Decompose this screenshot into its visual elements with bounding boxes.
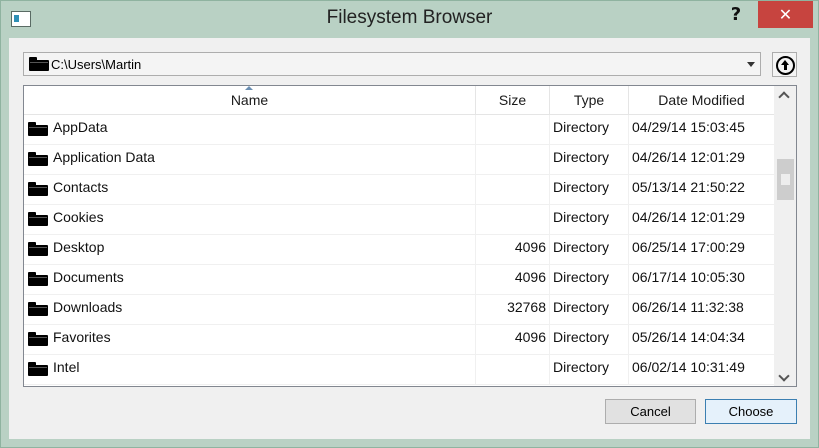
column-header-size[interactable]: Size bbox=[476, 86, 550, 114]
cell-type: Directory bbox=[550, 145, 629, 175]
table-row[interactable]: Desktop 4096 Directory 06/25/14 17:00:29 bbox=[24, 235, 774, 265]
cell-name: Intel bbox=[24, 355, 476, 385]
folder-icon bbox=[28, 122, 48, 136]
file-name: Favorites bbox=[53, 329, 111, 345]
table-body: AppData Directory 04/29/14 15:03:45 Appl… bbox=[24, 115, 774, 385]
cell-size bbox=[476, 115, 550, 145]
folder-icon bbox=[28, 182, 48, 196]
cell-size bbox=[476, 205, 550, 235]
cell-date-modified: 06/26/14 11:32:38 bbox=[632, 299, 744, 315]
cell-size bbox=[476, 145, 550, 175]
cell-name: Favorites bbox=[24, 325, 476, 355]
file-name: AppData bbox=[53, 119, 108, 135]
folder-icon bbox=[28, 362, 48, 376]
cell-type: Directory bbox=[550, 325, 629, 355]
cell-name: Documents bbox=[24, 265, 476, 295]
vertical-scrollbar[interactable] bbox=[774, 86, 796, 386]
sort-ascending-icon bbox=[244, 86, 253, 90]
table-header: Name Size Type Date Modified bbox=[24, 86, 774, 115]
close-button[interactable]: ✕ bbox=[758, 1, 813, 28]
file-name: Intel bbox=[53, 359, 80, 375]
table-row[interactable]: Intel Directory 06/02/14 10:31:49 bbox=[24, 355, 774, 385]
scroll-up-icon[interactable] bbox=[774, 86, 796, 103]
folder-icon bbox=[28, 332, 48, 346]
help-button[interactable]: ? bbox=[725, 3, 747, 27]
file-name: Downloads bbox=[53, 299, 123, 315]
table-row[interactable]: Favorites 4096 Directory 05/26/14 14:04:… bbox=[24, 325, 774, 355]
table-row[interactable]: Downloads 32768 Directory 06/26/14 11:32… bbox=[24, 295, 774, 325]
cell-size: 4096 bbox=[476, 265, 550, 295]
path-value: C:\Users\Martin bbox=[51, 57, 142, 72]
scroll-down-icon[interactable] bbox=[774, 369, 796, 386]
title-bar[interactable]: Filesystem Browser ? ✕ bbox=[1, 1, 818, 38]
scroll-thumb[interactable] bbox=[777, 159, 794, 200]
table-row[interactable]: Cookies Directory 04/26/14 12:01:29 bbox=[24, 205, 774, 235]
cell-name: AppData bbox=[24, 115, 476, 145]
cell-size: 4096 bbox=[476, 235, 550, 265]
table-row[interactable]: Contacts Directory 05/13/14 21:50:22 bbox=[24, 175, 774, 205]
cell-name: Application Data bbox=[24, 145, 476, 175]
cell-date-modified: 06/17/14 10:05:30 bbox=[632, 269, 745, 285]
file-name: Desktop bbox=[53, 239, 105, 255]
file-name: Documents bbox=[53, 269, 124, 285]
column-header-date-modified[interactable]: Date Modified bbox=[629, 86, 774, 114]
folder-icon bbox=[28, 152, 48, 166]
cell-size bbox=[476, 175, 550, 205]
folder-icon bbox=[28, 242, 48, 256]
cell-type: Directory bbox=[550, 205, 629, 235]
cell-name: Desktop bbox=[24, 235, 476, 265]
filesystem-browser-window: Filesystem Browser ? ✕ C:\Users\Martin N… bbox=[0, 0, 819, 448]
cell-date-modified: 06/02/14 10:31:49 bbox=[632, 359, 745, 375]
file-name: Application Data bbox=[53, 149, 155, 165]
column-header-type[interactable]: Type bbox=[550, 86, 629, 114]
path-combobox[interactable]: C:\Users\Martin bbox=[23, 52, 761, 76]
cell-date-modified: 06/25/14 17:00:29 bbox=[632, 239, 745, 255]
cell-date-modified: 04/26/14 12:01:29 bbox=[632, 149, 745, 165]
column-header-label: Name bbox=[230, 92, 269, 108]
cell-name: Downloads bbox=[24, 295, 476, 325]
cancel-button[interactable]: Cancel bbox=[605, 399, 696, 424]
cell-size: 4096 bbox=[476, 325, 550, 355]
folder-icon bbox=[28, 212, 48, 226]
folder-icon bbox=[29, 57, 49, 71]
chevron-down-icon[interactable] bbox=[747, 62, 755, 67]
cell-date-modified: 04/26/14 12:01:29 bbox=[632, 209, 745, 225]
window-title: Filesystem Browser bbox=[326, 7, 493, 28]
table-row[interactable]: Documents 4096 Directory 06/17/14 10:05:… bbox=[24, 265, 774, 295]
folder-icon bbox=[28, 302, 48, 316]
cell-date-modified: 05/26/14 14:04:34 bbox=[632, 329, 745, 345]
dialog-body: C:\Users\Martin Name Size Type Date Modi… bbox=[9, 38, 810, 439]
cell-type: Directory bbox=[550, 235, 629, 265]
choose-button[interactable]: Choose bbox=[705, 399, 797, 424]
column-header-name[interactable]: Name bbox=[24, 86, 476, 114]
cell-type: Directory bbox=[550, 265, 629, 295]
table-row[interactable]: AppData Directory 04/29/14 15:03:45 bbox=[24, 115, 774, 145]
cell-name: Contacts bbox=[24, 175, 476, 205]
file-name: Contacts bbox=[53, 179, 109, 195]
cell-type: Directory bbox=[550, 355, 629, 385]
cell-type: Directory bbox=[550, 115, 629, 145]
go-up-icon bbox=[776, 56, 795, 75]
file-name: Cookies bbox=[53, 209, 104, 225]
go-up-button[interactable] bbox=[772, 52, 797, 77]
cell-date-modified: 04/29/14 15:03:45 bbox=[632, 119, 745, 135]
table-row[interactable]: Application Data Directory 04/26/14 12:0… bbox=[24, 145, 774, 175]
cell-size bbox=[476, 355, 550, 385]
file-list[interactable]: Name Size Type Date Modified AppData Dir… bbox=[23, 85, 797, 387]
cell-type: Directory bbox=[550, 175, 629, 205]
cell-date-modified: 05/13/14 21:50:22 bbox=[632, 179, 745, 195]
cell-name: Cookies bbox=[24, 205, 476, 235]
cell-type: Directory bbox=[550, 295, 629, 325]
folder-icon bbox=[28, 272, 48, 286]
cell-size: 32768 bbox=[476, 295, 550, 325]
